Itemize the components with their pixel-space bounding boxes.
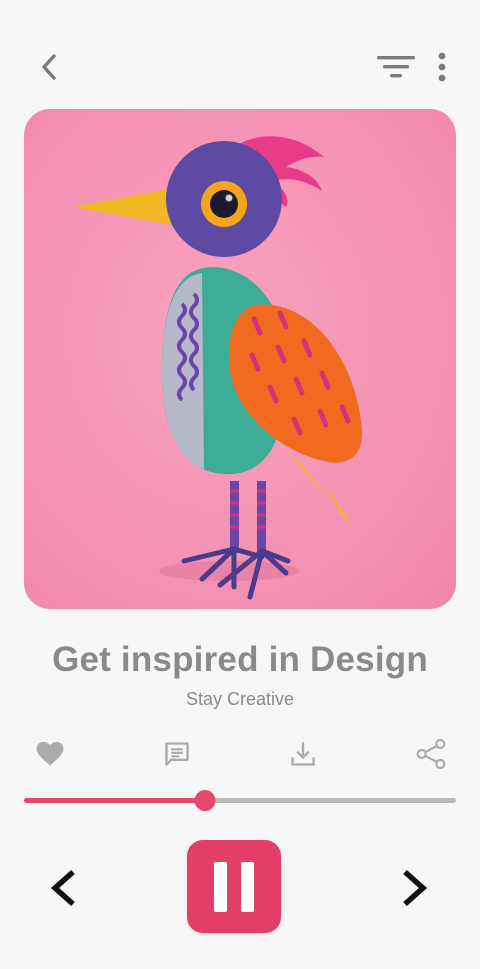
download-icon bbox=[291, 742, 315, 766]
next-button[interactable] bbox=[388, 862, 440, 914]
seek-thumb[interactable] bbox=[194, 790, 216, 811]
chevron-left-icon bbox=[42, 54, 56, 80]
album-artwork bbox=[24, 109, 456, 609]
filter-button[interactable] bbox=[372, 48, 420, 86]
seek-progress bbox=[24, 798, 206, 803]
track-title: Get inspired in Design bbox=[52, 640, 428, 679]
top-bar bbox=[0, 40, 480, 92]
bird-illustration bbox=[72, 136, 363, 600]
seek-bar[interactable] bbox=[24, 788, 456, 814]
previous-button[interactable] bbox=[38, 862, 90, 914]
back-button[interactable] bbox=[30, 48, 68, 86]
more-vertical-icon bbox=[438, 52, 446, 82]
share-button[interactable] bbox=[411, 734, 451, 774]
playback-controls bbox=[0, 838, 480, 934]
comment-button[interactable] bbox=[157, 734, 197, 774]
like-button[interactable] bbox=[30, 734, 70, 774]
share-icon bbox=[416, 738, 446, 770]
download-button[interactable] bbox=[283, 734, 323, 774]
chevron-right-icon bbox=[403, 869, 428, 907]
action-bar bbox=[0, 734, 480, 774]
filter-icon bbox=[377, 56, 415, 78]
pause-icon bbox=[207, 861, 261, 912]
track-subtitle: Stay Creative bbox=[185, 689, 295, 709]
comment-icon bbox=[165, 742, 189, 766]
heart-icon bbox=[36, 741, 64, 766]
pause-button[interactable] bbox=[187, 840, 281, 933]
chevron-left-icon bbox=[50, 869, 75, 907]
more-options-button[interactable] bbox=[428, 48, 456, 86]
